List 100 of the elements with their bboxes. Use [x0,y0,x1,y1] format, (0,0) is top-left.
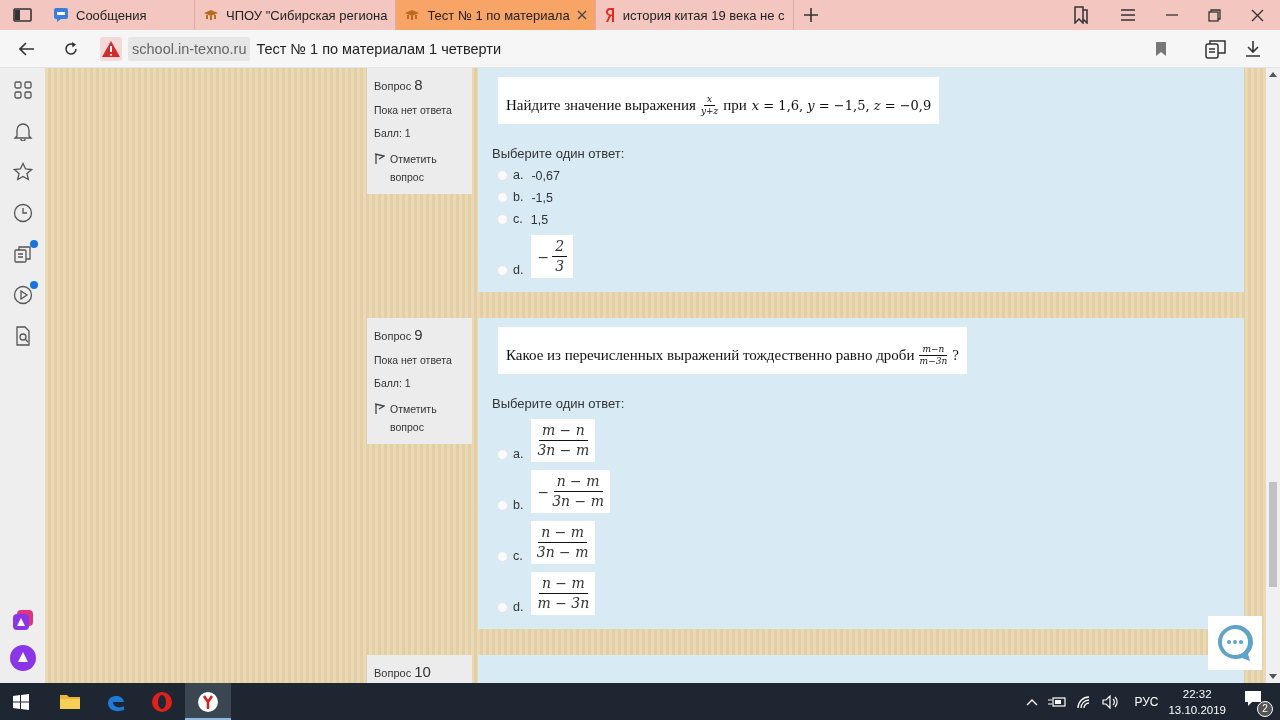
notifications-icon[interactable] [1244,689,1262,707]
browser-logo-icon [197,690,219,713]
answer-text: -1,5 [531,191,553,205]
question-number: 8 [414,76,423,93]
math-expression: x = 1,6, y = −1,5, z = −0,9 [751,97,932,113]
notification-count: 2 [1257,700,1273,717]
bookmarks-icon[interactable] [1072,6,1090,24]
clock[interactable]: 22:32 13.10.2019 [1168,685,1226,718]
fraction-numerator: x [704,93,716,106]
chat-bubble-icon [53,7,69,23]
option-letter: a. [513,168,524,182]
radio-button[interactable] [497,214,508,225]
radio-button[interactable] [497,449,508,460]
radio-button[interactable] [497,170,508,181]
fraction-denominator: 3 [555,257,565,276]
bell-icon [12,121,33,141]
option-letter: b. [513,190,524,204]
assistant-app-icon[interactable] [11,609,34,631]
fraction-numerator: n − m [553,472,603,492]
question-number: 10 [414,663,431,680]
radio-button[interactable] [497,500,508,511]
fraction-numerator: n − m [538,523,588,543]
minus-sign: − [537,248,550,265]
option-letter: c. [513,549,523,563]
battery-plug-icon[interactable] [1048,695,1067,708]
tab-title: ЧПОУ "Сибирская региона [226,7,388,23]
windows-logo-icon[interactable] [13,693,29,710]
close-icon[interactable] [1251,8,1264,22]
answer-text: -0,67 [531,169,560,183]
opera-icon [151,690,173,713]
fraction-numerator: m − n [538,421,588,441]
instruction-text: Выберите один ответ: [492,396,626,411]
grid-icon [12,80,33,100]
tab-title: Тест № 1 по материала [427,7,570,23]
score-text: Балл: 1 [374,127,412,139]
tab-title: история китая 19 века не с [622,7,785,23]
clock-time: 22:32 [1182,686,1212,702]
chevron-up-icon[interactable] [1026,697,1039,706]
fraction-denominator: m − 3n [537,594,590,613]
fraction-numerator: 2 [552,237,568,257]
collections-icon[interactable] [1205,38,1227,59]
question-label: Вопрос [374,330,412,342]
reload-icon[interactable] [63,40,79,57]
scroll-down-icon[interactable] [1269,674,1277,679]
question-text: ? [952,346,960,364]
back-arrow-icon[interactable] [19,41,35,56]
clock-date: 13.10.2019 [1168,702,1226,718]
option-letter: d. [513,600,524,614]
answer-status: Пока нет ответа [374,354,453,366]
assistant-icon[interactable] [9,645,36,671]
fraction-denominator: m−3n [919,355,948,367]
instruction-text: Выберите один ответ: [492,146,626,161]
menu-icon[interactable] [1120,8,1136,22]
option-letter: b. [513,498,524,512]
scroll-up-icon[interactable] [1269,72,1277,77]
question-label: Вопрос [374,667,412,679]
clock-icon [12,203,33,223]
letter-ya-icon [603,7,616,23]
fraction-denominator: y+z [700,105,719,117]
flag-question-link[interactable]: Отметить вопрос [390,400,465,436]
scrollbar-thumb[interactable] [1269,482,1277,587]
flag-icon[interactable] [374,403,385,414]
site-domain: school.in-texno.ru [128,36,251,61]
bookmark-icon[interactable] [1155,41,1167,56]
documents-icon [12,244,33,264]
download-icon[interactable] [1245,40,1261,57]
fraction-denominator: 3n − m [537,441,590,460]
question-text: Какое из перечисленных выражений тождественно равно дроби [506,346,915,364]
question-text: Найдите значение выражения [506,96,696,114]
taskbar-app[interactable] [185,683,231,720]
answer-status: Пока нет ответа [374,104,453,116]
plus-icon[interactable] [803,8,818,22]
restore-icon[interactable] [1208,8,1221,22]
fraction-denominator: 3n − m [552,492,604,511]
fraction-denominator: 3n − m [536,543,589,562]
play-icon [12,285,33,305]
radio-button[interactable] [497,265,508,276]
option-letter: c. [513,212,523,226]
fraction-numerator: m−n [919,343,948,356]
page-title: Тест № 1 по материалам 1 четверти [256,40,502,57]
star-icon [12,162,33,182]
browser-tab[interactable]: Тест № 1 по материала [396,0,596,30]
flag-question-link[interactable]: Отметить вопрос [390,150,465,186]
speaker-icon[interactable] [1102,694,1121,709]
option-letter: d. [513,263,524,277]
question-label: Вопрос [374,80,412,92]
scrollbar[interactable] [1266,68,1280,683]
speech-bubble-icon [1215,623,1255,663]
warning-icon[interactable] [100,36,122,61]
radio-button[interactable] [497,192,508,203]
flag-icon[interactable] [374,153,385,164]
minus-sign: − [537,483,550,500]
radio-button[interactable] [497,551,508,562]
close-icon[interactable] [576,10,587,20]
radio-button[interactable] [497,602,508,613]
tab-title: Сообщения [76,7,147,23]
input-language[interactable]: РУС [1134,694,1159,709]
option-letter: a. [513,447,524,461]
question-number: 9 [414,326,423,343]
chat-button[interactable] [1208,616,1262,670]
